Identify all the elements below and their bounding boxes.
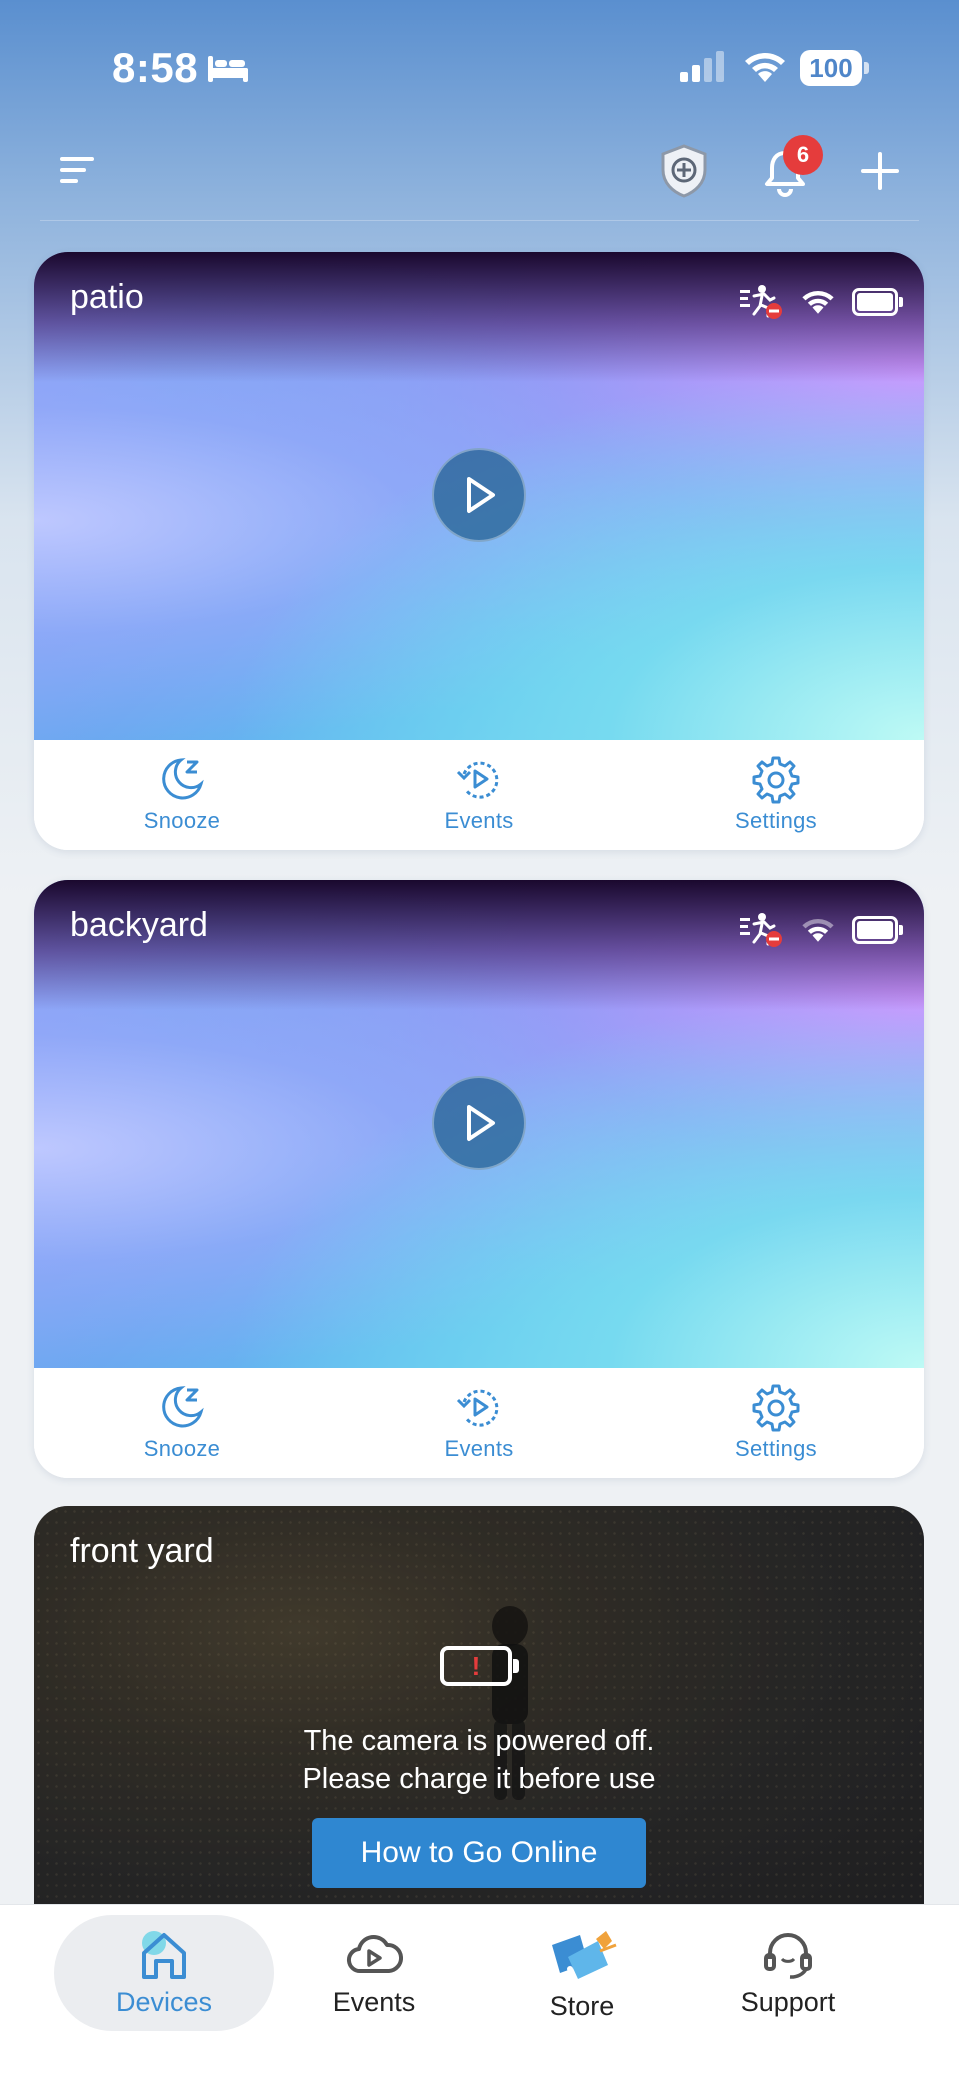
top-toolbar: 6 (0, 125, 959, 221)
nav-events[interactable]: Events (264, 1915, 484, 2031)
snooze-button[interactable]: Snooze (82, 1382, 282, 1472)
events-replay-icon (456, 761, 499, 799)
sleep-mode-icon (208, 56, 248, 82)
snooze-label: Snooze (143, 1436, 221, 1461)
events-replay-icon (456, 1389, 499, 1427)
events-label: Events (444, 1436, 514, 1461)
nav-devices-label: Devices (115, 1987, 213, 2017)
cloud-play-icon (346, 1934, 403, 1974)
device-status-icons (740, 912, 903, 948)
settings-button[interactable]: Settings (676, 754, 876, 844)
events-button[interactable]: Events (379, 1382, 579, 1472)
card-actions: Snooze Events Settings (34, 1368, 924, 1478)
device-name: patio (70, 278, 144, 316)
toolbar-divider (40, 220, 919, 221)
powered-off-line-2: Please charge it before use (302, 1763, 656, 1795)
wifi-signal-icon (802, 291, 834, 314)
battery-level: 100 (809, 53, 853, 83)
notification-count-badge: 6 (783, 135, 823, 175)
settings-button[interactable]: Settings (676, 1382, 876, 1472)
events-button[interactable]: Events (379, 754, 579, 844)
how-to-go-online-button[interactable]: How to Go Online (312, 1818, 646, 1888)
home-icon (142, 1931, 186, 1979)
camera-preview[interactable]: backyard (34, 880, 924, 1368)
settings-label: Settings (735, 1436, 817, 1461)
settings-gear-icon (752, 756, 800, 804)
device-card-patio: patio Snooze Events Settings (34, 252, 924, 850)
menu-icon[interactable] (58, 150, 98, 190)
nav-store-label: Store (549, 1991, 615, 2021)
device-name: front yard (70, 1532, 214, 1570)
status-time: 8:58 (112, 44, 199, 91)
add-device-icon[interactable] (858, 149, 902, 193)
powered-off-line-1: The camera is powered off. (303, 1725, 655, 1757)
store-sale-icon (552, 1931, 617, 1979)
device-card-front-yard: front yard ! The camera is powered off. … (34, 1506, 924, 1926)
card-actions: Snooze Events Settings (34, 740, 924, 850)
settings-gear-icon (752, 1384, 800, 1432)
wifi-signal-icon (802, 919, 834, 942)
nav-devices[interactable]: Devices (54, 1915, 274, 2031)
device-card-backyard: backyard Snooze Events Settings (34, 880, 924, 1478)
snooze-moon-icon (162, 758, 204, 800)
settings-label: Settings (735, 808, 817, 833)
camera-battery-icon (852, 916, 903, 944)
bottom-navigation: Devices Events Store Support (0, 1904, 959, 2084)
status-bar: 8:58 100 (0, 0, 959, 120)
play-button[interactable] (432, 1076, 526, 1170)
play-icon (467, 1105, 495, 1141)
motion-detection-off-icon (740, 285, 782, 319)
snooze-label: Snooze (143, 808, 221, 833)
nav-support-label: Support (740, 1987, 836, 2017)
powered-off-message: The camera is powered off. Please charge… (34, 1722, 924, 1798)
nav-support[interactable]: Support (678, 1915, 898, 2031)
camera-battery-icon (852, 288, 903, 316)
motion-detection-off-icon (740, 913, 782, 947)
device-name: backyard (70, 906, 208, 944)
play-icon (467, 477, 495, 513)
cellular-signal-icon (680, 51, 724, 82)
support-headset-icon (764, 1933, 812, 1979)
wifi-icon (745, 53, 785, 82)
nav-events-label: Events (332, 1987, 416, 2017)
security-shield-icon[interactable] (658, 143, 710, 199)
events-label: Events (444, 808, 514, 833)
camera-preview[interactable]: patio (34, 252, 924, 740)
battery-status-icon: 100 (800, 50, 870, 86)
play-button[interactable] (432, 448, 526, 542)
nav-store[interactable]: Store (472, 1915, 692, 2031)
device-status-icons (740, 284, 903, 320)
snooze-button[interactable]: Snooze (82, 754, 282, 844)
battery-empty-alert-icon: ! (440, 1646, 520, 1686)
snooze-moon-icon (162, 1386, 204, 1428)
